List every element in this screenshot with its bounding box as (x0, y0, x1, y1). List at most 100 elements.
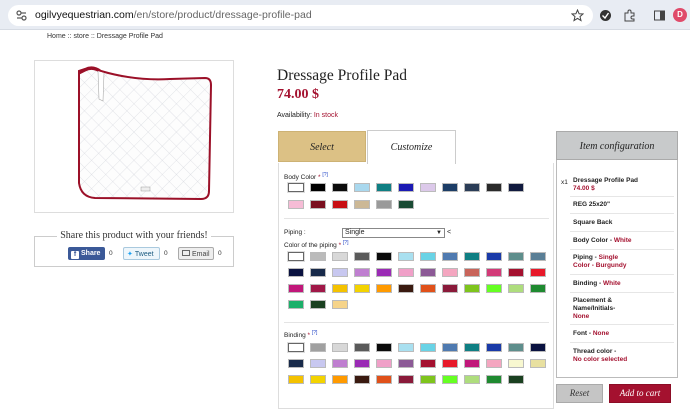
piping-color-swatch[interactable] (354, 284, 370, 293)
piping-color-swatch[interactable] (530, 252, 546, 261)
piping-color-swatch[interactable] (376, 284, 392, 293)
piping-color-swatch[interactable] (508, 268, 524, 277)
piping-color-swatch[interactable] (486, 252, 502, 261)
tweet-button[interactable]: ✦ Tweet (123, 247, 160, 260)
binding-color-swatch[interactable] (530, 343, 546, 352)
add-to-cart-button[interactable]: Add to cart (609, 384, 671, 403)
facebook-share-button[interactable]: f Share (68, 247, 105, 260)
piping-color-swatch[interactable] (288, 252, 304, 261)
piping-color-swatch[interactable] (486, 268, 502, 277)
piping-color-swatch[interactable] (310, 268, 326, 277)
binding-color-swatch[interactable] (310, 359, 326, 368)
body-color-swatch[interactable] (442, 183, 458, 192)
side-panel-icon[interactable] (653, 9, 666, 22)
reset-button[interactable]: Reset (556, 384, 603, 403)
piping-color-swatch[interactable] (530, 284, 546, 293)
binding-color-swatch[interactable] (486, 375, 502, 384)
binding-color-swatch[interactable] (420, 359, 436, 368)
piping-color-swatch[interactable] (332, 268, 348, 277)
body-color-swatch[interactable] (354, 183, 370, 192)
extension-icon[interactable] (599, 9, 612, 22)
body-color-swatch[interactable] (398, 183, 414, 192)
binding-help-link[interactable]: [?] (312, 330, 318, 336)
address-bar[interactable]: ogilvyequestrian.com/en/store/product/dr… (8, 5, 593, 26)
body-color-swatch[interactable] (420, 183, 436, 192)
binding-color-swatch[interactable] (398, 375, 414, 384)
binding-color-swatch[interactable] (420, 343, 436, 352)
piping-color-swatch[interactable] (398, 252, 414, 261)
body-color-swatch[interactable] (288, 183, 304, 192)
piping-color-swatch[interactable] (420, 252, 436, 261)
piping-color-swatch[interactable] (376, 268, 392, 277)
binding-color-swatch[interactable] (508, 343, 524, 352)
piping-color-swatch[interactable] (508, 284, 524, 293)
binding-color-swatch[interactable] (332, 343, 348, 352)
binding-color-swatch[interactable] (530, 359, 546, 368)
piping-color-swatch[interactable] (420, 284, 436, 293)
binding-color-swatch[interactable] (376, 343, 392, 352)
piping-color-swatch[interactable] (442, 252, 458, 261)
piping-select[interactable]: Single ▼ (342, 228, 445, 238)
binding-color-swatch[interactable] (464, 343, 480, 352)
body-color-swatch[interactable] (332, 183, 348, 192)
piping-color-swatch[interactable] (420, 268, 436, 277)
binding-color-swatch[interactable] (354, 375, 370, 384)
piping-color-swatch[interactable] (288, 268, 304, 277)
binding-color-swatch[interactable] (398, 343, 414, 352)
binding-color-swatch[interactable] (376, 375, 392, 384)
body-color-swatch[interactable] (354, 200, 370, 209)
piping-color-swatch[interactable] (310, 284, 326, 293)
binding-color-swatch[interactable] (442, 359, 458, 368)
binding-color-swatch[interactable] (288, 343, 304, 352)
piping-color-help-link[interactable]: [?] (343, 240, 349, 246)
binding-color-swatch[interactable] (508, 375, 524, 384)
piping-color-swatch[interactable] (442, 268, 458, 277)
binding-color-swatch[interactable] (486, 343, 502, 352)
body-color-swatch[interactable] (310, 200, 326, 209)
binding-color-swatch[interactable] (310, 343, 326, 352)
binding-color-swatch[interactable] (288, 359, 304, 368)
body-color-swatch[interactable] (398, 200, 414, 209)
binding-color-swatch[interactable] (332, 375, 348, 384)
piping-color-swatch[interactable] (398, 268, 414, 277)
piping-color-swatch[interactable] (508, 252, 524, 261)
piping-color-swatch[interactable] (530, 268, 546, 277)
piping-color-swatch[interactable] (332, 252, 348, 261)
binding-color-swatch[interactable] (508, 359, 524, 368)
tab-customize[interactable]: Customize (367, 130, 456, 164)
piping-color-swatch[interactable] (486, 284, 502, 293)
binding-color-swatch[interactable] (398, 359, 414, 368)
piping-color-swatch[interactable] (376, 252, 392, 261)
bookmark-star-icon[interactable] (571, 9, 584, 22)
binding-color-swatch[interactable] (486, 359, 502, 368)
site-settings-icon[interactable] (15, 9, 28, 22)
product-image[interactable] (34, 60, 234, 213)
piping-color-swatch[interactable] (288, 284, 304, 293)
binding-color-swatch[interactable] (464, 359, 480, 368)
profile-avatar[interactable]: D (673, 8, 687, 22)
body-color-help-link[interactable]: [?] (322, 172, 328, 178)
body-color-swatch[interactable] (376, 183, 392, 192)
piping-color-swatch[interactable] (464, 268, 480, 277)
piping-color-swatch[interactable] (398, 284, 414, 293)
binding-color-swatch[interactable] (442, 375, 458, 384)
body-color-swatch[interactable] (310, 183, 326, 192)
binding-color-swatch[interactable] (310, 375, 326, 384)
body-color-swatch[interactable] (486, 183, 502, 192)
piping-color-swatch[interactable] (310, 300, 326, 309)
email-share-button[interactable]: Email (178, 247, 214, 260)
body-color-swatch[interactable] (288, 200, 304, 209)
body-color-swatch[interactable] (508, 183, 524, 192)
binding-color-swatch[interactable] (332, 359, 348, 368)
binding-color-swatch[interactable] (464, 375, 480, 384)
piping-color-swatch[interactable] (354, 268, 370, 277)
tab-select[interactable]: Select (278, 131, 366, 162)
piping-color-swatch[interactable] (310, 252, 326, 261)
piping-color-swatch[interactable] (464, 284, 480, 293)
piping-color-swatch[interactable] (354, 252, 370, 261)
binding-color-swatch[interactable] (376, 359, 392, 368)
piping-color-swatch[interactable] (332, 300, 348, 309)
piping-color-swatch[interactable] (442, 284, 458, 293)
breadcrumb[interactable]: Home :: store :: Dressage Profile Pad (47, 33, 163, 40)
binding-color-swatch[interactable] (288, 375, 304, 384)
